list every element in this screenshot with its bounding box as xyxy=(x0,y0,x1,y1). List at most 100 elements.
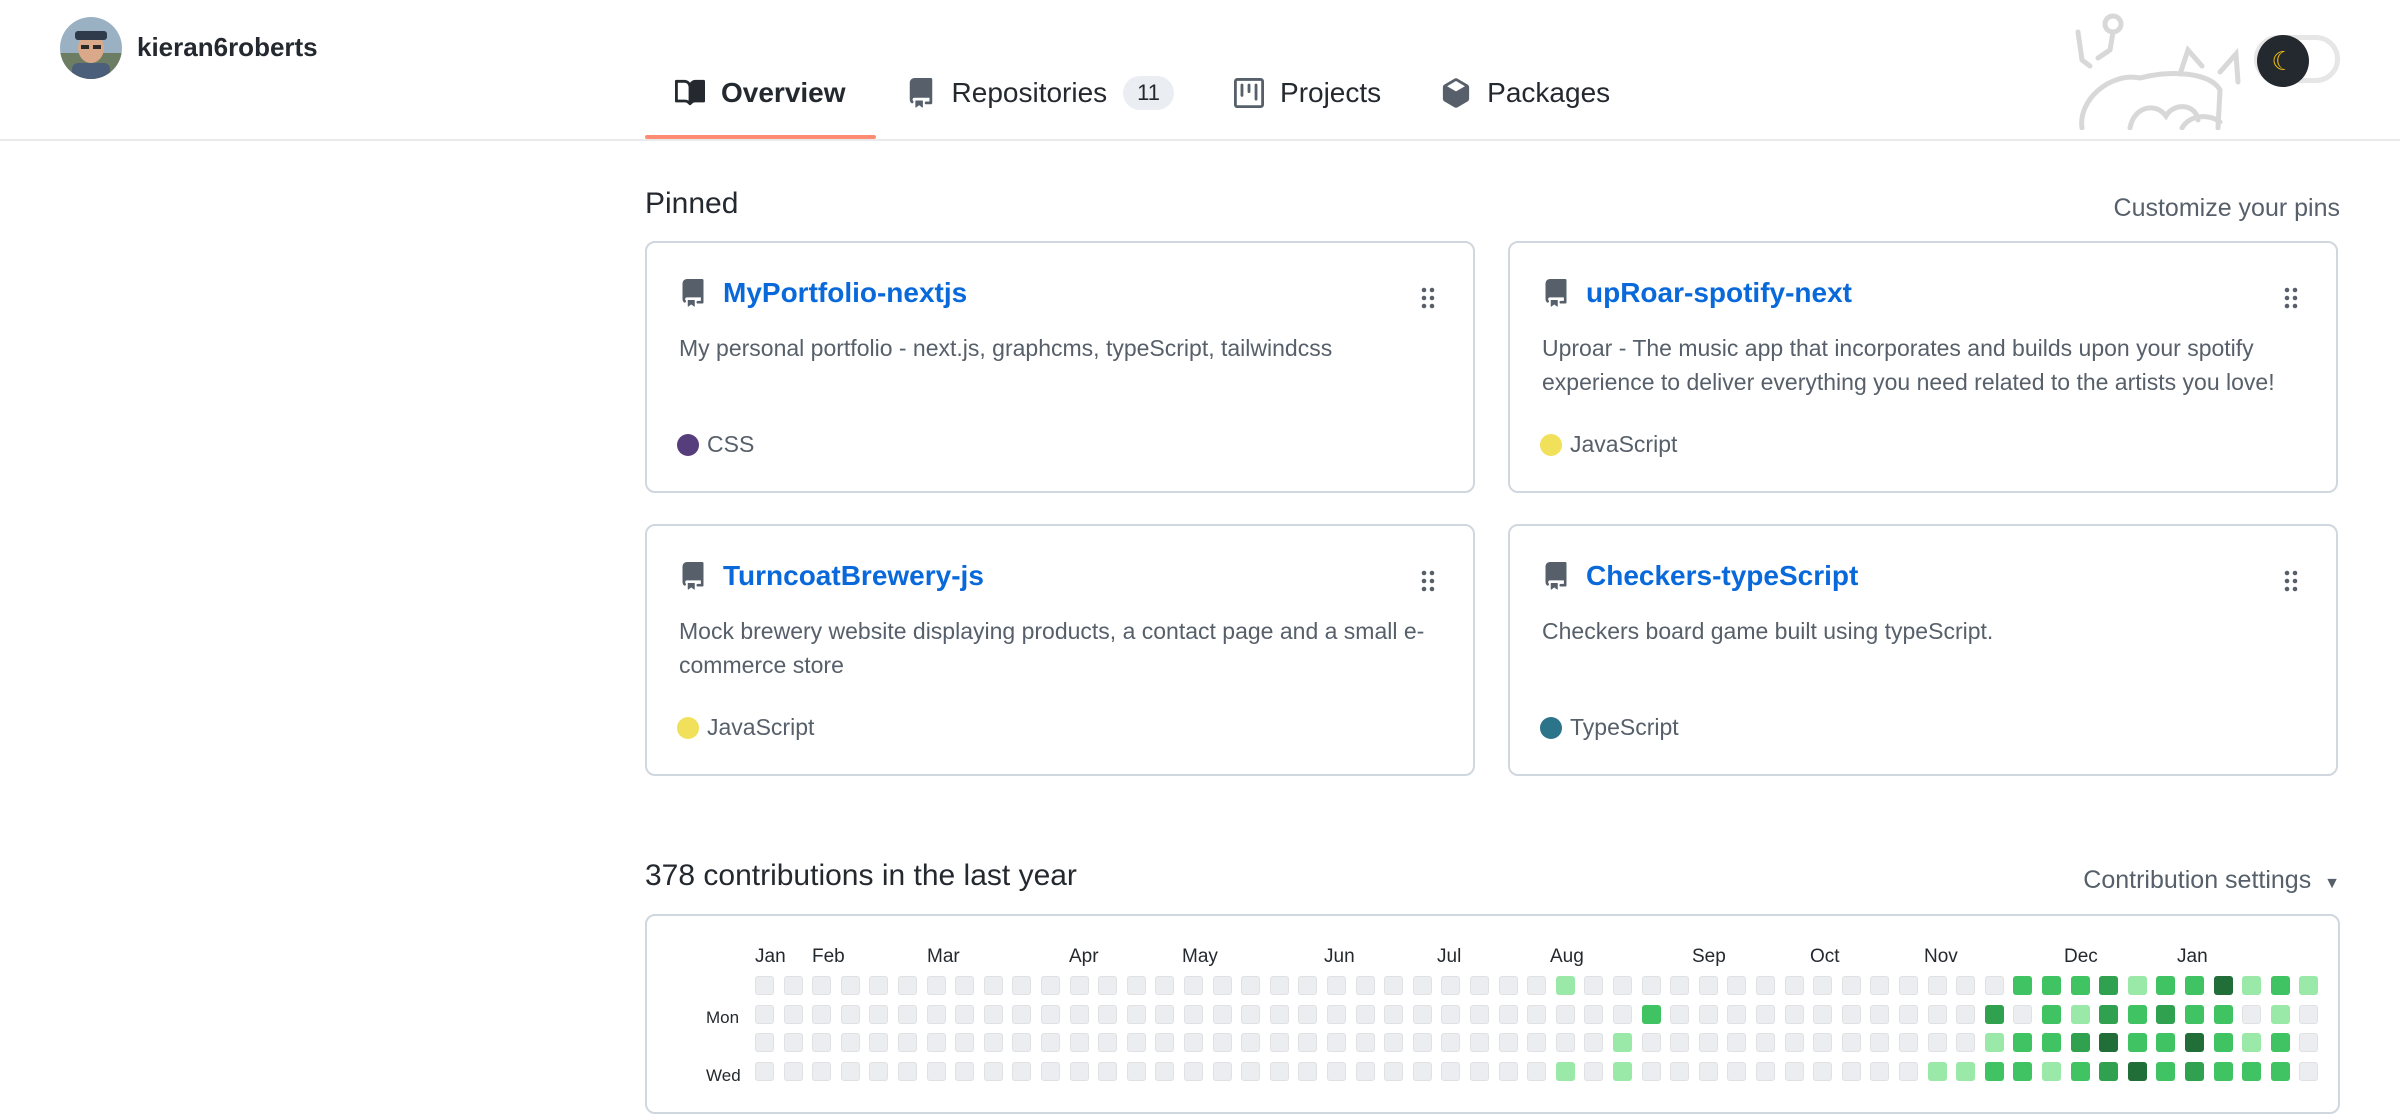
contribution-cell[interactable] xyxy=(1441,1062,1460,1081)
contribution-cell[interactable] xyxy=(2042,976,2061,995)
contribution-cell[interactable] xyxy=(1899,1005,1918,1024)
contribution-cell[interactable] xyxy=(1928,1005,1947,1024)
contribution-cell[interactable] xyxy=(2071,1005,2090,1024)
contribution-cell[interactable] xyxy=(1842,1062,1861,1081)
contribution-cell[interactable] xyxy=(927,1033,946,1052)
contribution-cell[interactable] xyxy=(1613,1062,1632,1081)
contribution-cell[interactable] xyxy=(755,1062,774,1081)
contribution-cell[interactable] xyxy=(755,976,774,995)
contribution-cell[interactable] xyxy=(1041,976,1060,995)
contribution-cell[interactable] xyxy=(2271,1062,2290,1081)
contribution-cell[interactable] xyxy=(812,1005,831,1024)
contribution-cell[interactable] xyxy=(1241,1005,1260,1024)
contribution-settings-dropdown[interactable]: Contribution settings ▼ xyxy=(2083,866,2340,895)
drag-handle-icon[interactable] xyxy=(1421,287,1435,309)
contribution-cell[interactable] xyxy=(1727,1033,1746,1052)
contribution-cell[interactable] xyxy=(1184,976,1203,995)
contribution-cell[interactable] xyxy=(2128,1033,2147,1052)
contribution-cell[interactable] xyxy=(1642,1033,1661,1052)
contribution-cell[interactable] xyxy=(2271,1033,2290,1052)
contribution-cell[interactable] xyxy=(2128,1005,2147,1024)
contribution-cell[interactable] xyxy=(1356,976,1375,995)
contribution-cell[interactable] xyxy=(1813,1062,1832,1081)
contribution-cell[interactable] xyxy=(2071,976,2090,995)
contribution-cell[interactable] xyxy=(1155,1062,1174,1081)
contribution-cell[interactable] xyxy=(2242,1005,2261,1024)
contribution-cell[interactable] xyxy=(1956,976,1975,995)
contribution-cell[interactable] xyxy=(1041,1033,1060,1052)
contribution-cell[interactable] xyxy=(2128,976,2147,995)
contribution-cell[interactable] xyxy=(1870,976,1889,995)
contribution-cell[interactable] xyxy=(1556,976,1575,995)
contribution-cell[interactable] xyxy=(2299,976,2318,995)
contribution-cell[interactable] xyxy=(1584,976,1603,995)
contribution-cell[interactable] xyxy=(812,1062,831,1081)
contribution-cell[interactable] xyxy=(984,1033,1003,1052)
contribution-cell[interactable] xyxy=(1070,1062,1089,1081)
contribution-cell[interactable] xyxy=(1298,1033,1317,1052)
contribution-cell[interactable] xyxy=(2242,1062,2261,1081)
contribution-cell[interactable] xyxy=(2099,1005,2118,1024)
contribution-cell[interactable] xyxy=(1098,1062,1117,1081)
contribution-cell[interactable] xyxy=(1699,1033,1718,1052)
contribution-cell[interactable] xyxy=(2299,1062,2318,1081)
contribution-cell[interactable] xyxy=(1870,1062,1889,1081)
contribution-cell[interactable] xyxy=(2299,1033,2318,1052)
contribution-cell[interactable] xyxy=(1756,1033,1775,1052)
contribution-cell[interactable] xyxy=(1727,1005,1746,1024)
contribution-cell[interactable] xyxy=(927,976,946,995)
contribution-cell[interactable] xyxy=(1642,1005,1661,1024)
contribution-cell[interactable] xyxy=(1441,1005,1460,1024)
contribution-cell[interactable] xyxy=(1384,1033,1403,1052)
contribution-cell[interactable] xyxy=(1070,1033,1089,1052)
contribution-cell[interactable] xyxy=(784,1062,803,1081)
contribution-cell[interactable] xyxy=(984,1005,1003,1024)
contribution-cell[interactable] xyxy=(784,976,803,995)
contribution-cell[interactable] xyxy=(1356,1062,1375,1081)
contribution-cell[interactable] xyxy=(1527,1062,1546,1081)
contribution-cell[interactable] xyxy=(869,1062,888,1081)
username[interactable]: kieran6roberts xyxy=(137,32,318,63)
contribution-cell[interactable] xyxy=(1070,1005,1089,1024)
contribution-cell[interactable] xyxy=(1470,1005,1489,1024)
contribution-cell[interactable] xyxy=(898,1062,917,1081)
contribution-cell[interactable] xyxy=(1870,1005,1889,1024)
contribution-cell[interactable] xyxy=(1842,1005,1861,1024)
contribution-cell[interactable] xyxy=(1413,1062,1432,1081)
contribution-cell[interactable] xyxy=(1184,1062,1203,1081)
contribution-cell[interactable] xyxy=(1213,1005,1232,1024)
avatar[interactable] xyxy=(60,17,122,79)
contribution-cell[interactable] xyxy=(1356,1033,1375,1052)
contribution-cell[interactable] xyxy=(1012,976,1031,995)
contribution-cell[interactable] xyxy=(1155,976,1174,995)
contribution-cell[interactable] xyxy=(1012,1033,1031,1052)
contribution-cell[interactable] xyxy=(1298,1005,1317,1024)
contribution-cell[interactable] xyxy=(2271,976,2290,995)
contribution-cell[interactable] xyxy=(898,1033,917,1052)
contribution-cell[interactable] xyxy=(1584,1062,1603,1081)
contribution-cell[interactable] xyxy=(1155,1005,1174,1024)
tab-overview[interactable]: Overview xyxy=(645,64,876,139)
contribution-cell[interactable] xyxy=(1499,1062,1518,1081)
contribution-cell[interactable] xyxy=(1613,976,1632,995)
contribution-cell[interactable] xyxy=(1956,1033,1975,1052)
tab-projects[interactable]: Projects xyxy=(1204,64,1411,122)
contribution-cell[interactable] xyxy=(2185,1062,2204,1081)
contribution-cell[interactable] xyxy=(1756,1062,1775,1081)
contribution-cell[interactable] xyxy=(1470,1033,1489,1052)
repo-name-link[interactable]: MyPortfolio-nextjs xyxy=(723,277,967,309)
contribution-cell[interactable] xyxy=(784,1033,803,1052)
contribution-cell[interactable] xyxy=(1670,976,1689,995)
contribution-cell[interactable] xyxy=(1413,1005,1432,1024)
contribution-cell[interactable] xyxy=(1527,1005,1546,1024)
contribution-cell[interactable] xyxy=(1470,1062,1489,1081)
contribution-cell[interactable] xyxy=(1899,1033,1918,1052)
contribution-cell[interactable] xyxy=(1613,1033,1632,1052)
contribution-cell[interactable] xyxy=(1127,976,1146,995)
contribution-cell[interactable] xyxy=(2042,1005,2061,1024)
contribution-cell[interactable] xyxy=(2185,976,2204,995)
contribution-cell[interactable] xyxy=(1899,1062,1918,1081)
contribution-cell[interactable] xyxy=(841,1005,860,1024)
contribution-cell[interactable] xyxy=(755,1005,774,1024)
contribution-cell[interactable] xyxy=(1184,1033,1203,1052)
